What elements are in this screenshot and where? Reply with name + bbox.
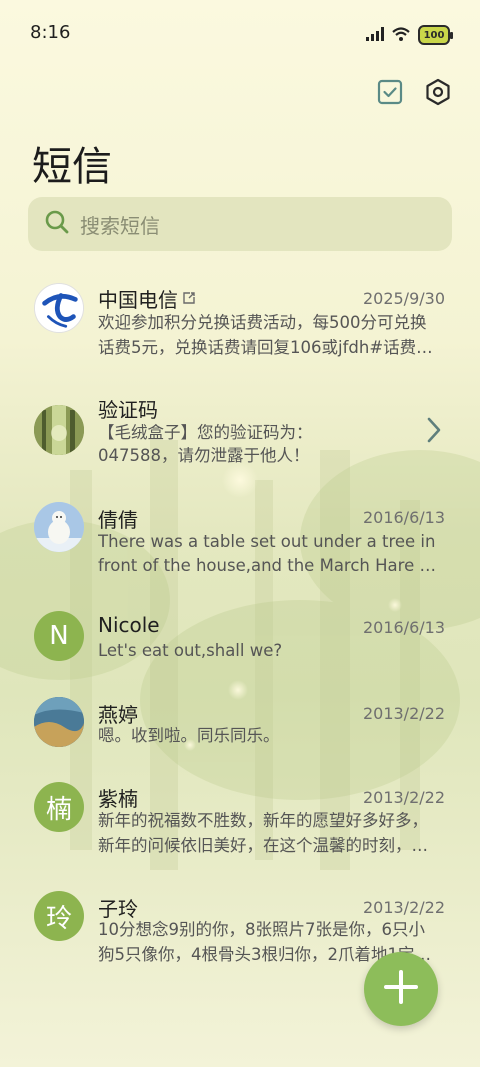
message-snippet-line1: Let's eat out,shall we? bbox=[98, 641, 283, 660]
avatar-letter: N bbox=[49, 621, 69, 651]
plus-icon bbox=[382, 968, 420, 1010]
avatar: 楠 bbox=[34, 782, 84, 832]
page-title: 短信 bbox=[32, 144, 112, 190]
message-snippet-line2: 话费5元，兑换话费请回复106或jfdh#话费… bbox=[98, 338, 433, 357]
search-placeholder: 搜索短信 bbox=[80, 213, 160, 238]
avatar: 玲 bbox=[34, 891, 84, 941]
message-date: 2013/2/22 bbox=[362, 898, 445, 917]
avatar bbox=[34, 697, 84, 747]
message-date: 2013/2/22 bbox=[362, 704, 445, 723]
search-input[interactable]: 搜索短信 bbox=[28, 197, 452, 251]
polar-bear-photo-icon bbox=[34, 502, 84, 552]
status-bar: 8:16 100 bbox=[0, 0, 480, 64]
message-snippet-line1: 嗯。收到啦。同乐同乐。 bbox=[98, 726, 280, 745]
contact-name: Nicole bbox=[98, 613, 160, 637]
battery-icon: 100 bbox=[418, 25, 453, 45]
conversation-item[interactable]: 中国电信 2025/9/30 欢迎参加积分兑换话费活动，每500分可兑换 话费5… bbox=[0, 270, 480, 370]
message-snippet-line1: There was a table set out under a tree i… bbox=[98, 532, 436, 551]
conversation-item[interactable]: 验证码 【毛绒盒子】您的验证码为： 047588，请勿泄露于他人！ bbox=[0, 380, 480, 480]
new-message-button[interactable] bbox=[364, 952, 438, 1026]
conversation-item[interactable]: 燕婷 2013/2/22 嗯。收到啦。同乐同乐。 bbox=[0, 686, 480, 766]
message-snippet-line1: 【毛绒盒子】您的验证码为： bbox=[98, 423, 313, 442]
china-telecom-logo-icon bbox=[35, 284, 83, 332]
settings-hexagon-icon[interactable] bbox=[424, 78, 452, 106]
contact-name: 验证码 bbox=[98, 398, 158, 422]
conversation-item[interactable]: 楠 紫楠 2013/2/22 新年的祝福数不胜数，新年的愿望好多好多， 新年的问… bbox=[0, 770, 480, 870]
signal-icon bbox=[366, 26, 384, 45]
conversation-item[interactable]: 倩倩 2016/6/13 There was a table set out u… bbox=[0, 490, 480, 590]
avatar: N bbox=[34, 611, 84, 661]
battery-level: 100 bbox=[423, 29, 445, 41]
avatar bbox=[34, 405, 84, 455]
search-icon bbox=[44, 209, 70, 239]
message-snippet-line2: 新年的问候依旧美好，在这个温馨的时刻，… bbox=[98, 836, 428, 855]
top-actions bbox=[376, 78, 452, 106]
message-snippet-line1: 欢迎参加积分兑换话费活动，每500分可兑换 bbox=[98, 313, 427, 332]
chevron-right-icon[interactable] bbox=[424, 415, 444, 445]
message-snippet-line2: front of the house,and the March Hare an… bbox=[98, 556, 446, 575]
external-link-icon bbox=[182, 290, 196, 309]
avatar-letter: 玲 bbox=[45, 903, 72, 934]
message-date: 2025/9/30 bbox=[362, 289, 445, 308]
contact-name: 中国电信 bbox=[98, 288, 178, 312]
message-snippet-line1: 新年的祝福数不胜数，新年的愿望好多好多， bbox=[98, 811, 428, 830]
avatar bbox=[34, 283, 84, 333]
conversation-item[interactable]: N Nicole 2016/6/13 Let's eat out,shall w… bbox=[0, 600, 480, 680]
wifi-icon bbox=[392, 26, 410, 45]
forest-photo-icon bbox=[34, 405, 84, 455]
message-snippet-line2: 047588，请勿泄露于他人！ bbox=[98, 446, 310, 465]
status-time: 8:16 bbox=[30, 22, 71, 43]
message-date: 2016/6/13 bbox=[362, 618, 445, 637]
avatar-letter: 楠 bbox=[45, 794, 72, 825]
avatar bbox=[34, 502, 84, 552]
status-icons: 100 bbox=[366, 22, 453, 48]
select-checkbox-icon[interactable] bbox=[376, 78, 404, 106]
message-date: 2013/2/22 bbox=[362, 788, 445, 807]
message-snippet-line1: 10分想念9别的你，8张照片7张是你，6只小 bbox=[98, 920, 425, 939]
sea-photo-icon bbox=[34, 697, 84, 747]
message-date: 2016/6/13 bbox=[362, 508, 445, 527]
